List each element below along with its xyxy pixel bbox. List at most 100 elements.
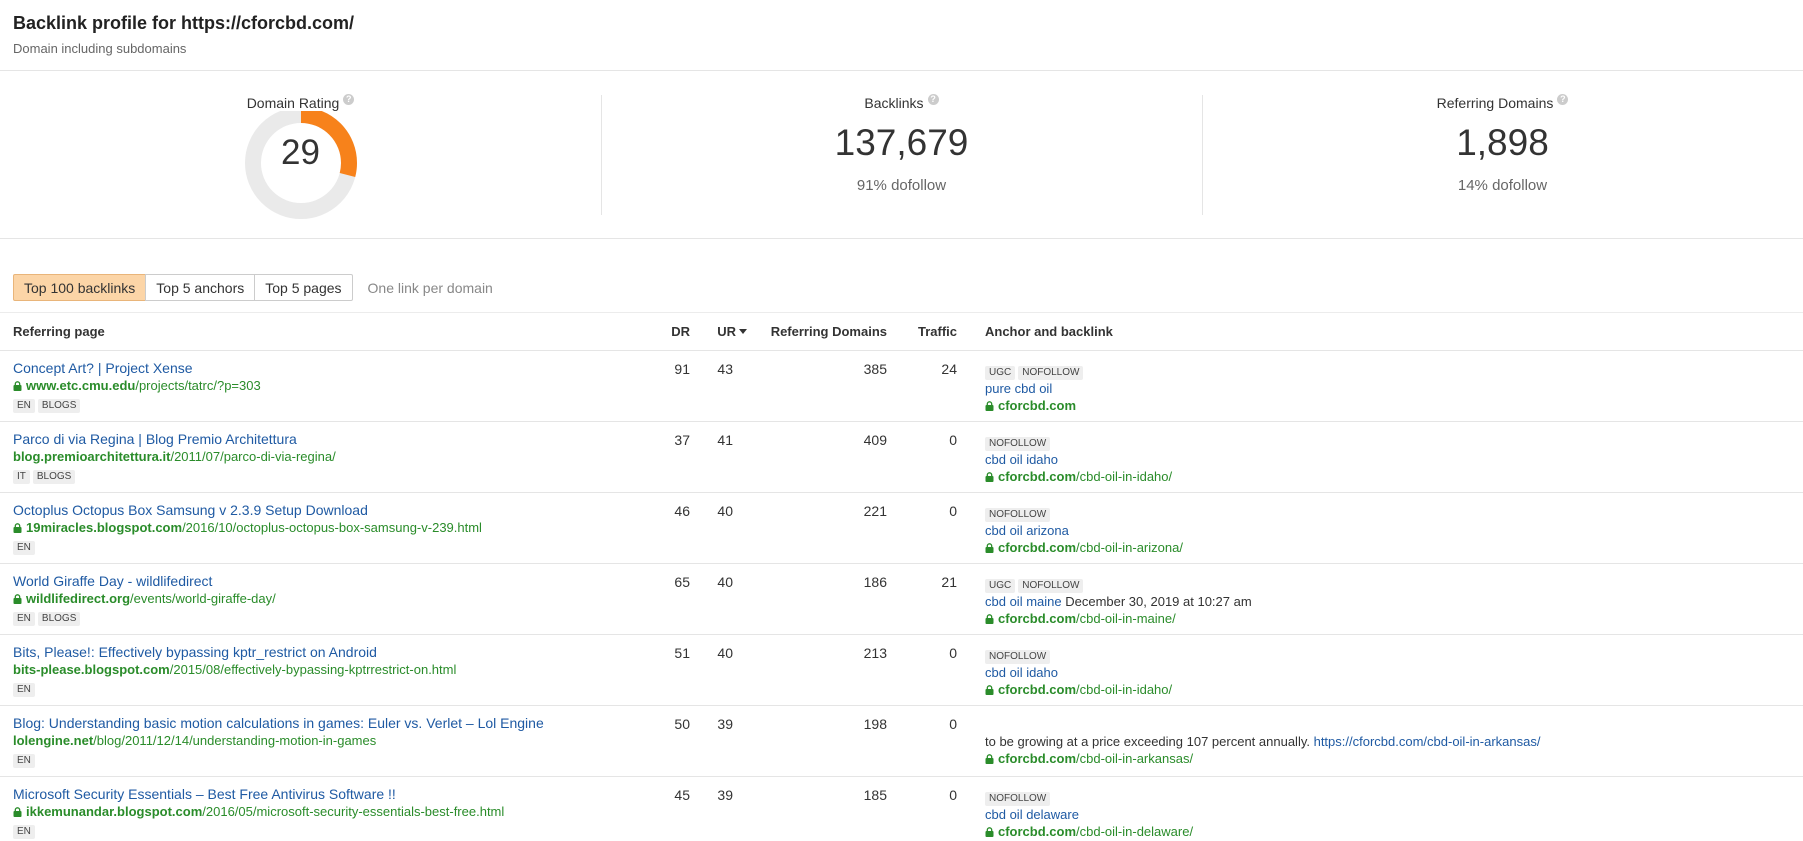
language-tag: EN (13, 398, 35, 413)
anchor-extra: December 30, 2019 at 10:27 am (1061, 593, 1252, 609)
referring-page-title-link[interactable]: Blog: Understanding basic motion calcula… (13, 714, 650, 732)
tab-top-5-anchors[interactable]: Top 5 anchors (145, 274, 256, 301)
referring-domains-label: Referring Domains (1436, 95, 1554, 111)
target-url[interactable]: cforcbd.com/cbd-oil-in-idaho/ (985, 681, 1803, 698)
anchor-cell: NOFOLLOW cbd oil arizona cforcbd.com/cbd… (957, 492, 1803, 564)
anchor-context: to be growing at a price exceeding 107 p… (985, 733, 1314, 749)
table-row: Bits, Please!: Effectively bypassing kpt… (0, 634, 1803, 706)
referring-path: /2016/05/microsoft-security-essentials-b… (202, 803, 505, 819)
lock-icon (985, 613, 994, 624)
referring-page-title-link[interactable]: Concept Art? | Project Xense (13, 359, 650, 377)
target-url[interactable]: cforcbd.com/cbd-oil-in-idaho/ (985, 468, 1803, 485)
traffic-value: 0 (949, 502, 957, 519)
referring-page-cell: Bits, Please!: Effectively bypassing kpt… (0, 634, 650, 706)
ur-value: 40 (717, 502, 733, 519)
anchor-link[interactable]: cbd oil idaho (985, 665, 1058, 680)
help-icon[interactable]: ? (927, 93, 939, 105)
ur-value: 39 (717, 786, 733, 803)
domain-rating-value: 29 (281, 133, 320, 172)
target-url[interactable]: cforcbd.com/cbd-oil-in-maine/ (985, 610, 1803, 627)
lock-icon (13, 806, 22, 817)
lock-icon (13, 593, 22, 604)
target-domain: cforcbd.com (998, 610, 1077, 626)
dr-value: 37 (674, 431, 690, 448)
referring-page-url[interactable]: 19miracles.blogspot.com/2016/10/octoplus… (13, 519, 650, 536)
column-header-dr[interactable]: DR (650, 313, 690, 351)
referring-page-title-link[interactable]: Bits, Please!: Effectively bypassing kpt… (13, 643, 650, 661)
referring-domains-cell: 186 (747, 563, 887, 635)
referring-domains-value: 409 (863, 431, 887, 448)
anchor-link[interactable]: cbd oil maine (985, 594, 1062, 609)
column-header-referring-domains[interactable]: Referring Domains (747, 313, 887, 351)
help-icon[interactable]: ? (343, 93, 355, 105)
referring-page-url[interactable]: ikkemunandar.blogspot.com/2016/05/micros… (13, 803, 650, 820)
dr-cell: 51 (650, 634, 690, 706)
target-path: /cbd-oil-in-idaho/ (1076, 681, 1173, 697)
referring-domain: bits-please.blogspot.com (13, 661, 170, 677)
anchor-link[interactable]: https://cforcbd.com/cbd-oil-in-arkansas/ (1314, 734, 1541, 749)
referring-page-url[interactable]: bits-please.blogspot.com/2015/08/effecti… (13, 661, 650, 678)
target-url[interactable]: cforcbd.com/cbd-oil-in-arizona/ (985, 539, 1803, 556)
link-type-badge: UGC (985, 578, 1016, 593)
anchor-cell: NOFOLLOW cbd oil idaho cforcbd.com/cbd-o… (957, 421, 1803, 493)
referring-page-title-link[interactable]: Octoplus Octopus Box Samsung v 2.3.9 Set… (13, 501, 650, 519)
target-url[interactable]: cforcbd.com (985, 397, 1803, 414)
page-header: Backlink profile for https://cforcbd.com… (0, 0, 1803, 71)
dr-value: 51 (674, 644, 690, 661)
dr-cell: 37 (650, 421, 690, 493)
traffic-value: 24 (941, 360, 957, 377)
referring-domain: blog.premioarchitettura.it (13, 448, 171, 464)
referring-page-title-link[interactable]: World Giraffe Day - wildlifedirect (13, 572, 650, 590)
referring-domains-stat: Referring Domains ? 1,898 14% dofollow (1202, 93, 1803, 238)
ur-value: 40 (717, 573, 733, 590)
column-header-ur[interactable]: UR (690, 313, 747, 351)
table-row: Parco di via Regina | Blog Premio Archit… (0, 421, 1803, 493)
tabs-bar: Top 100 backlinks Top 5 anchors Top 5 pa… (0, 239, 1803, 313)
traffic-value: 0 (949, 715, 957, 732)
target-url[interactable]: cforcbd.com/cbd-oil-in-arkansas/ (985, 750, 1803, 767)
domain-rating-label: Domain Rating (246, 95, 340, 111)
referring-domain: wildlifedirect.org (26, 590, 131, 606)
referring-domains-dofollow: 14% dofollow (1457, 177, 1548, 194)
target-path: /cbd-oil-in-delaware/ (1076, 823, 1194, 839)
link-type-badge: NOFOLLOW (1018, 365, 1084, 380)
traffic-value: 0 (949, 431, 957, 448)
ur-value: 41 (717, 431, 733, 448)
referring-page-cell: Microsoft Security Essentials – Best Fre… (0, 776, 650, 841)
referring-page-title-link[interactable]: Parco di via Regina | Blog Premio Archit… (13, 430, 650, 448)
referring-page-title-link[interactable]: Microsoft Security Essentials – Best Fre… (13, 785, 650, 803)
language-tag: IT (13, 469, 30, 484)
ur-cell: 39 (690, 705, 747, 777)
referring-domains-cell: 198 (747, 705, 887, 777)
ur-cell: 43 (690, 350, 747, 422)
tab-top-100-backlinks[interactable]: Top 100 backlinks (13, 274, 147, 301)
anchor-cell: UGC NOFOLLOW cbd oil maine December 30, 2… (957, 563, 1803, 635)
backlinks-stat: Backlinks ? 137,679 91% dofollow (601, 93, 1202, 238)
link-type-badge: NOFOLLOW (985, 436, 1051, 451)
column-header-referring-page[interactable]: Referring page (0, 313, 650, 351)
referring-page-url[interactable]: wildlifedirect.org/events/world-giraffe-… (13, 590, 650, 607)
help-icon[interactable]: ? (1557, 93, 1569, 105)
table-row: Microsoft Security Essentials – Best Fre… (0, 776, 1803, 841)
anchor-link[interactable]: cbd oil delaware (985, 807, 1079, 822)
referring-page-url[interactable]: www.etc.cmu.edu/projects/tatrc/?p=303 (13, 377, 650, 394)
column-header-anchor[interactable]: Anchor and backlink (957, 313, 1803, 351)
lock-icon (985, 471, 994, 482)
ur-header-label: UR (717, 323, 736, 339)
column-header-traffic[interactable]: Traffic (887, 313, 957, 351)
anchor-link[interactable]: cbd oil idaho (985, 452, 1058, 467)
lock-icon (985, 826, 994, 837)
ur-cell: 41 (690, 421, 747, 493)
target-domain: cforcbd.com (998, 681, 1077, 697)
anchor-link[interactable]: pure cbd oil (985, 381, 1052, 396)
anchor-link[interactable]: cbd oil arizona (985, 523, 1069, 538)
referring-page-url[interactable]: lolengine.net/blog/2011/12/14/understand… (13, 732, 650, 749)
dr-cell: 65 (650, 563, 690, 635)
target-domain: cforcbd.com (998, 397, 1077, 413)
referring-domain: 19miracles.blogspot.com (26, 519, 183, 535)
referring-domains-cell: 185 (747, 776, 887, 841)
tab-top-5-pages[interactable]: Top 5 pages (254, 274, 353, 301)
referring-page-url[interactable]: blog.premioarchitettura.it/2011/07/parco… (13, 448, 650, 465)
target-url[interactable]: cforcbd.com/cbd-oil-in-delaware/ (985, 823, 1803, 840)
language-tag: EN (13, 611, 35, 626)
